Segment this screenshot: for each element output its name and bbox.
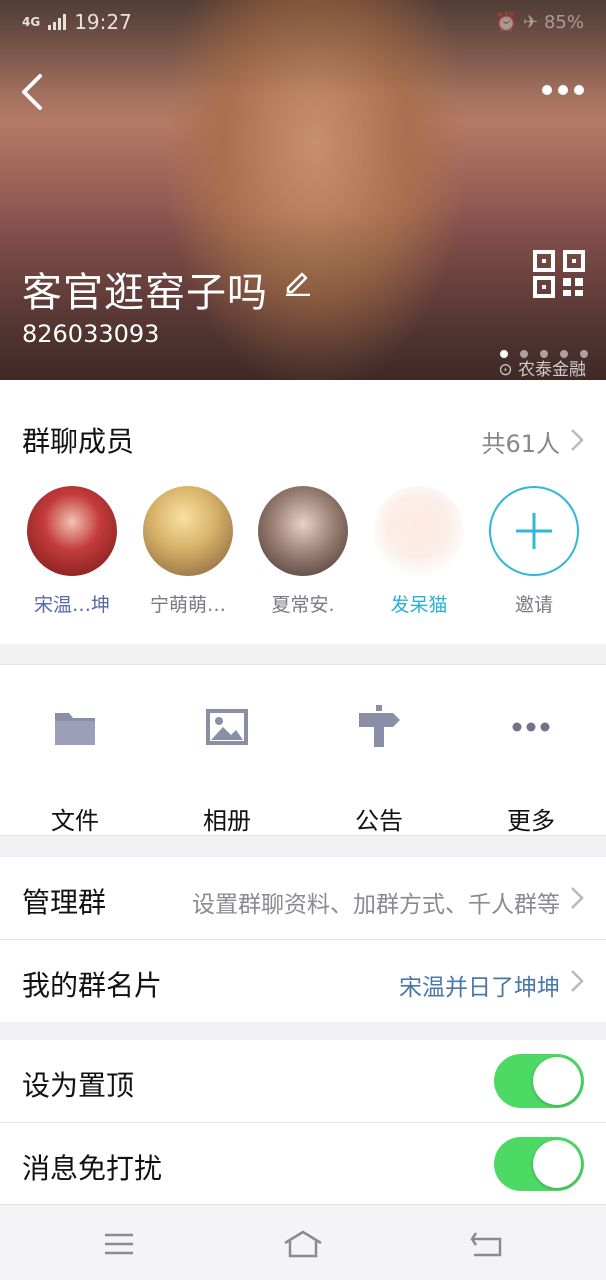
status-right-icons: ⏰ ✈ 85%	[495, 12, 584, 33]
pin-toggle[interactable]	[494, 1054, 584, 1108]
member-name: 夏常安.	[271, 594, 335, 616]
photo-icon	[206, 709, 248, 745]
row-value: 宋温并日了坤坤	[399, 975, 560, 1001]
action-more[interactable]: 更多	[456, 703, 606, 836]
action-label: 公告	[355, 807, 403, 835]
group-id: 826033093	[22, 320, 160, 348]
action-label: 相册	[203, 807, 251, 835]
manage-group-row[interactable]: 管理群 设置群聊资料、加群方式、千人群等	[0, 857, 606, 939]
chevron-right-icon	[571, 970, 584, 992]
member-item[interactable]: 发呆猫	[361, 486, 477, 617]
more-options-button[interactable]	[542, 78, 588, 102]
avatar[interactable]	[258, 486, 348, 576]
member-item[interactable]: 宋温…坤	[14, 486, 130, 617]
chevron-right-icon	[571, 429, 584, 451]
member-name: 宁萌萌…	[149, 594, 226, 616]
avatar[interactable]	[374, 486, 464, 576]
back-nav-icon[interactable]	[468, 1229, 508, 1259]
action-announcement[interactable]: 公告	[304, 703, 454, 836]
action-album[interactable]: 相册	[152, 703, 302, 836]
network-indicator: 4G	[22, 15, 41, 29]
chevron-right-icon	[571, 887, 584, 909]
action-files[interactable]: 文件	[0, 703, 150, 836]
signpost-icon	[359, 705, 400, 747]
more-horizontal-icon	[512, 722, 550, 732]
signal-icon	[48, 14, 67, 30]
mute-notifications-row: 消息免打扰	[0, 1123, 606, 1205]
edit-pencil-icon[interactable]	[284, 268, 312, 296]
pin-to-top-row: 设为置顶	[0, 1040, 606, 1122]
avatar[interactable]	[27, 486, 117, 576]
folder-icon	[55, 713, 95, 745]
quick-actions: 文件 相册 公告 更多	[0, 664, 606, 836]
action-label: 更多	[507, 807, 555, 835]
members-count[interactable]: 共61人	[481, 424, 560, 459]
home-icon[interactable]	[283, 1229, 323, 1259]
back-arrow-icon[interactable]	[14, 70, 58, 114]
status-bar: 4G 19:27	[22, 10, 132, 34]
member-item[interactable]: 夏常安.	[245, 486, 361, 617]
members-section: 群聊成员 共61人 宋温…坤 宁萌萌… 夏常安. 发呆猫 邀请	[0, 380, 606, 644]
status-time: 19:27	[74, 10, 132, 34]
qr-code-icon[interactable]	[533, 250, 585, 298]
row-label: 设为置顶	[22, 1069, 135, 1102]
invite-label: 邀请	[514, 594, 553, 616]
image-watermark: ⊙ 农泰金融	[498, 360, 586, 380]
group-header-photo[interactable]: 4G 19:27 ⏰ ✈ 85% 客官逛窑子吗 826033093 ⊙ 农泰金融	[0, 0, 606, 380]
row-value: 设置群聊资料、加群方式、千人群等	[192, 892, 560, 918]
avatar[interactable]	[143, 486, 233, 576]
group-nickname-row[interactable]: 我的群名片 宋温并日了坤坤	[0, 940, 606, 1022]
member-name: 宋温…坤	[33, 594, 110, 616]
row-label: 管理群	[22, 886, 107, 919]
row-label: 消息免打扰	[22, 1152, 163, 1185]
member-name: 发呆猫	[390, 594, 448, 616]
menu-icon[interactable]	[100, 1229, 140, 1259]
group-name: 客官逛窑子吗	[22, 270, 268, 316]
invite-button[interactable]: 邀请	[476, 486, 592, 617]
member-item[interactable]: 宁萌萌…	[130, 486, 246, 617]
system-nav-bar	[0, 1204, 606, 1280]
action-label: 文件	[51, 807, 99, 835]
members-title: 群聊成员	[22, 425, 135, 458]
add-member-icon[interactable]	[489, 486, 579, 576]
mute-toggle[interactable]	[494, 1137, 584, 1191]
row-label: 我的群名片	[22, 969, 163, 1002]
